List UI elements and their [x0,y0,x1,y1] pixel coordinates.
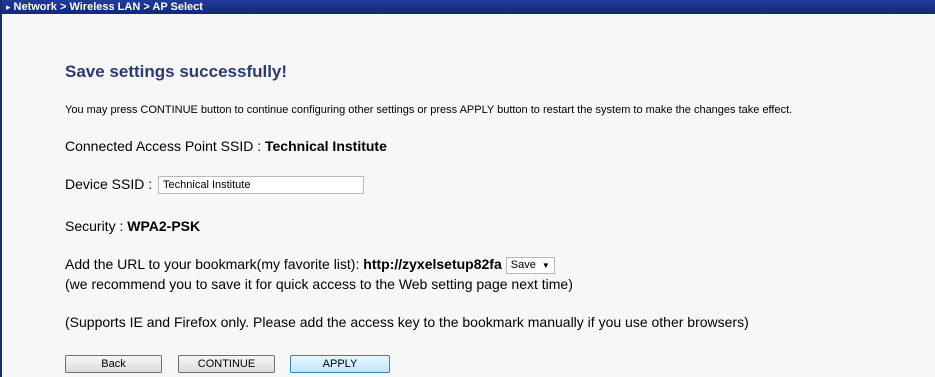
bookmark-hint: (we recommend you to save it for quick a… [65,276,573,292]
bookmark-row: Add the URL to your bookmark(my favorite… [65,256,555,274]
main-content: Save settings successfully! You may pres… [65,60,925,373]
device-ssid-row: Device SSID : [65,176,365,195]
device-ssid-label: Device SSID : [65,176,157,192]
breadcrumb-bar: ▸ Network > Wireless LAN > AP Select [2,0,935,14]
security-label: Security : [65,218,128,234]
support-note: (Supports IE and Firefox only. Please ad… [65,314,749,330]
page-title: Save settings successfully! [65,62,288,81]
page-frame: ▸ Network > Wireless LAN > AP Select Save… [0,0,935,377]
bookmark-select[interactable]: Save ▼ [505,256,555,274]
security-value: WPA2-PSK [127,218,201,234]
back-button[interactable]: Back [65,355,162,373]
breadcrumb: Network > Wireless LAN > AP Select [13,1,203,13]
bookmark-select-value: Save [510,258,536,271]
connected-ap-value: Technical Institute [265,138,387,154]
chevron-down-icon: ▼ [541,260,550,270]
device-ssid-input[interactable] [158,176,365,195]
instruction-note: You may press CONTINUE button to continu… [65,104,793,116]
bookmark-label: Add the URL to your bookmark(my favorite… [65,256,364,272]
security-row: Security : WPA2-PSK [65,218,200,234]
bookmark-url: http://zyxelsetup82fa [363,256,502,272]
connected-ap-label: Connected Access Point SSID : [65,138,265,154]
connected-ap-row: Connected Access Point SSID : Technical … [65,138,387,154]
arrow-right-icon: ▸ [6,2,11,12]
continue-button[interactable]: CONTINUE [178,355,275,373]
apply-button[interactable]: APPLY [290,355,390,373]
